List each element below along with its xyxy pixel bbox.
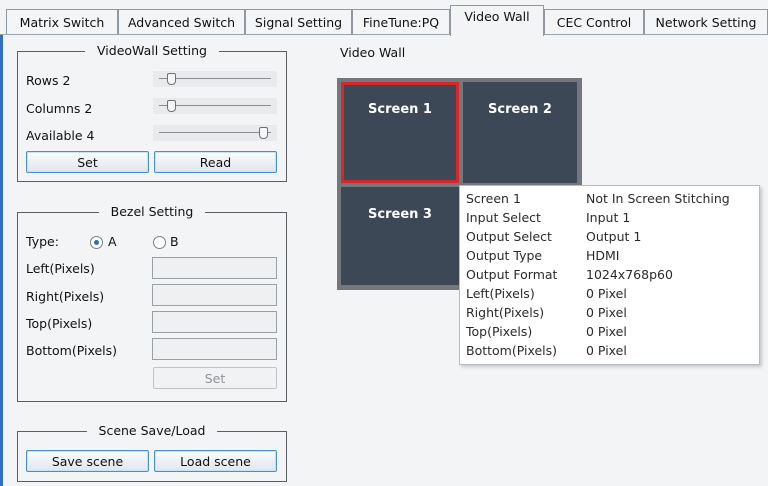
tab-bar: Matrix Switch Advanced Switch Signal Set… (0, 0, 768, 36)
tab-matrix-switch[interactable]: Matrix Switch (6, 9, 118, 35)
radio-a-label: A (108, 234, 117, 249)
read-wall-button[interactable]: Read (154, 151, 277, 173)
screen-3-label: Screen 3 (368, 207, 432, 222)
tab-video-wall[interactable]: Video Wall (450, 5, 544, 36)
top-pixels-label: Top(Pixels) (26, 316, 93, 331)
screen-2[interactable]: Screen 2 (463, 82, 577, 183)
set-wall-button[interactable]: Set (26, 151, 149, 173)
tab-finetune-pq[interactable]: FineTune:PQ (352, 9, 450, 35)
top-pixels-field[interactable] (152, 311, 277, 333)
right-pixels-label: Right(Pixels) (26, 289, 105, 304)
window-edge (0, 35, 3, 486)
bottom-pixels-field[interactable] (152, 338, 277, 360)
screen-3[interactable]: Screen 3 (341, 187, 459, 285)
bottom-pixels-label: Bottom(Pixels) (26, 343, 118, 358)
slider-thumb[interactable] (259, 127, 268, 139)
tab-advanced-switch[interactable]: Advanced Switch (118, 9, 245, 35)
screen-info-tooltip: Screen 1 Not In Screen Stitching Input Se… (459, 185, 760, 365)
radio-a[interactable] (90, 236, 103, 249)
slider-thumb[interactable] (167, 73, 176, 85)
radio-b-label: B (170, 234, 179, 249)
columns-slider[interactable] (153, 98, 277, 114)
left-pixels-field[interactable] (152, 257, 277, 279)
type-label: Type: (26, 234, 59, 249)
columns-label: Columns 2 (26, 101, 93, 116)
screen-1-label: Screen 1 (368, 102, 432, 117)
rows-label: Rows 2 (26, 73, 71, 88)
screen-2-label: Screen 2 (488, 102, 552, 117)
tab-signal-setting[interactable]: Signal Setting (245, 9, 352, 35)
tab-network-setting[interactable]: Network Setting (644, 9, 768, 35)
radio-b[interactable] (153, 236, 166, 249)
slider-track (159, 132, 271, 133)
slider-thumb[interactable] (167, 100, 176, 112)
screen-1[interactable]: Screen 1 (341, 82, 459, 183)
bezel-setting-title: Bezel Setting (18, 204, 286, 220)
rows-slider[interactable] (153, 71, 277, 87)
tab-cec-control[interactable]: CEC Control (544, 9, 644, 35)
video-wall-title: Video Wall (340, 45, 406, 60)
save-scene-button[interactable]: Save scene (26, 450, 149, 472)
videowall-setting-title: VideoWall Setting (18, 43, 286, 59)
available-slider[interactable] (153, 125, 277, 141)
set-bezel-button[interactable]: Set (153, 367, 277, 389)
left-pixels-label: Left(Pixels) (26, 261, 95, 276)
right-pixels-field[interactable] (152, 284, 277, 306)
load-scene-button[interactable]: Load scene (154, 450, 277, 472)
available-label: Available 4 (26, 128, 95, 143)
scene-title: Scene Save/Load (18, 423, 286, 439)
